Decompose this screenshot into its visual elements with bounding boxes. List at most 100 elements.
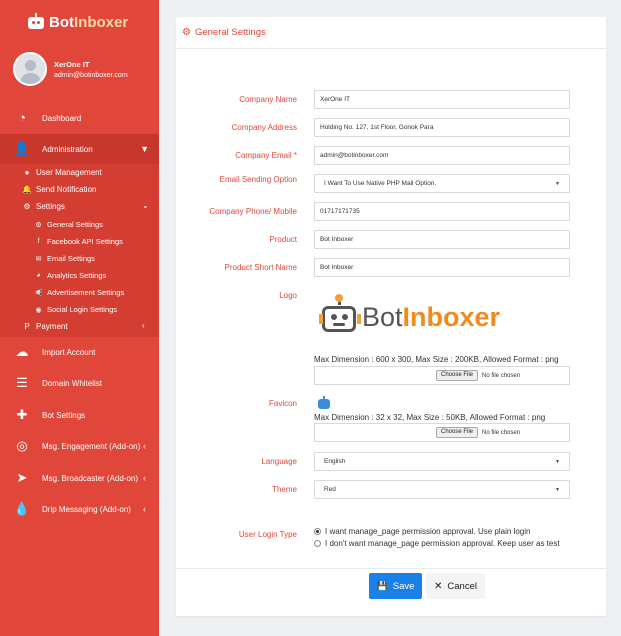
chevron-left-icon: ‹ <box>143 504 146 514</box>
sidebar-item-msg-broadcaster[interactable]: ➤ Msg. Broadcaster (Add-on) ‹ <box>0 463 159 493</box>
brand-name-part1: Bot <box>49 13 74 31</box>
sidebar-item-facebook-api[interactable]: f Facebook API Settings <box>34 233 123 250</box>
social-icon: ◉ <box>35 306 42 314</box>
cancel-button[interactable]: ✕ Cancel <box>426 573 485 599</box>
theme-select[interactable]: Red ▼ <box>314 480 570 499</box>
plus-icon: ✚ <box>16 407 28 422</box>
page-title: General Settings <box>194 27 266 38</box>
sidebar-item-label: Dashboard <box>42 113 82 123</box>
company-phone-input[interactable]: 01717171735 <box>314 202 570 221</box>
favicon-label: Favicon <box>268 399 297 408</box>
company-name-input[interactable]: XerOne IT <box>314 90 570 109</box>
login-type-option-1[interactable]: I want manage_page permission approval. … <box>314 527 530 536</box>
sidebar-item-label: Advertisement Settings <box>47 288 125 297</box>
sidebar-item-label: Email Settings <box>47 254 95 263</box>
floppy-disk-icon: 💾 <box>376 580 388 591</box>
caret-down-icon: ▼ <box>555 486 560 493</box>
chevron-left-icon: ‹ <box>143 441 146 451</box>
robot-icon <box>26 13 46 31</box>
paypal-icon: P <box>24 322 30 331</box>
sidebar-item-social-login[interactable]: ◉ Social Login Settings <box>34 301 117 318</box>
caret-down-icon: ▼ <box>555 458 560 465</box>
radio-unselected-icon[interactable] <box>314 540 321 547</box>
form-footer-divider <box>176 568 606 569</box>
sidebar-item-analytics-settings[interactable]: ◕ Analytics Settings <box>34 267 106 284</box>
company-address-input[interactable]: Holding No. 127, 1st Floor, Gonok Para <box>314 118 570 137</box>
sidebar-item-user-management[interactable]: ● User Management <box>22 164 102 181</box>
chevron-left-icon[interactable]: ‹ <box>142 321 145 330</box>
caret-down-icon: ▼ <box>555 180 560 187</box>
avatar[interactable] <box>13 52 47 86</box>
logo-choose-file-button[interactable]: Choose File <box>436 370 479 381</box>
logo-text-part1: Bot <box>362 301 403 332</box>
sidebar-item-label: Bot Settings <box>42 410 86 420</box>
sidebar-item-label: Payment <box>36 322 68 331</box>
sidebar-item-label: Settings <box>36 202 65 211</box>
robot-icon <box>319 294 361 337</box>
sidebar-item-administration[interactable]: 👤 Administration ▼ <box>0 134 159 164</box>
paper-plane-icon: ➤ <box>16 470 28 485</box>
sidebar-item-label: User Management <box>36 168 102 177</box>
settings-card: ⚙ General Settings Company Name XerOne I… <box>176 17 606 616</box>
tint-icon: 💧 <box>13 501 31 516</box>
email-option-select[interactable]: I Want To Use Native PHP Mail Option. ▼ <box>314 174 570 193</box>
envelope-icon: ✉ <box>35 255 42 263</box>
language-value: English <box>324 458 346 465</box>
user-icon: ● <box>24 168 30 177</box>
sidebar-item-domain-whitelist[interactable]: ☰ Domain Whitelist <box>0 368 159 398</box>
sidebar-item-bot-settings[interactable]: ✚ Bot Settings <box>0 400 159 430</box>
login-type-option-2-label: I don't want manage_page permission appr… <box>325 539 560 548</box>
login-type-label: User Login Type <box>238 530 297 539</box>
login-type-option-2[interactable]: I don't want manage_page permission appr… <box>314 539 560 548</box>
chevron-down-icon[interactable]: ⌄ <box>142 201 149 210</box>
sidebar-item-send-notification[interactable]: 🔔 Send Notification <box>22 181 96 198</box>
gears-icon: ⚙ <box>182 27 191 38</box>
company-email-input[interactable]: admin@botinboxer.com <box>314 146 570 165</box>
favicon-no-file-text: No file chosen <box>482 429 521 436</box>
sidebar-item-drip-messaging[interactable]: 💧 Drip Messaging (Add-on) ‹ <box>0 494 159 524</box>
sidebar-item-advertisement-settings[interactable]: 📢 Advertisement Settings <box>34 284 124 301</box>
logo-preview: Bot Inboxer <box>319 294 501 337</box>
favicon-choose-file-button[interactable]: Choose File <box>436 427 479 438</box>
logo-text-part2: Inboxer <box>402 301 501 332</box>
sidebar-item-email-settings[interactable]: ✉ Email Settings <box>34 250 95 267</box>
language-select[interactable]: English ▼ <box>314 452 570 471</box>
list-icon: ☰ <box>16 375 28 390</box>
sidebar-item-settings[interactable]: ⚙ Settings <box>22 198 65 215</box>
email-option-label: Email Sending Option <box>219 175 297 184</box>
product-input[interactable]: Bot Inboxer <box>314 230 570 249</box>
theme-value: Red <box>324 486 336 493</box>
radio-selected-icon[interactable] <box>314 528 321 535</box>
gear-icon: ⚙ <box>35 221 42 229</box>
logo-no-file-text: No file chosen <box>482 372 521 379</box>
sidebar-item-msg-engagement[interactable]: ◎ Msg. Engagement (Add-on) ‹ <box>0 431 159 461</box>
sidebar-item-label: Msg. Engagement (Add-on) <box>42 441 141 451</box>
user-email: admin@botinboxer.com <box>54 71 128 79</box>
sidebar-item-label: General Settings <box>47 220 103 229</box>
sidebar-item-label: Import Account <box>42 347 96 357</box>
logo-file-input[interactable]: Choose File No file chosen <box>314 366 570 385</box>
gear-icon: ⚙ <box>23 202 31 211</box>
company-email-label: Company Email * <box>235 151 297 160</box>
brand-logo[interactable]: Bot Inboxer <box>0 0 159 44</box>
sidebar-item-import-account[interactable]: ☁ Import Account <box>0 337 159 367</box>
sidebar-item-general-settings[interactable]: ⚙ General Settings <box>34 216 103 233</box>
favicon-file-input[interactable]: Choose File No file chosen <box>314 423 570 442</box>
product-short-input[interactable]: Bot Inboxer <box>314 258 570 277</box>
sidebar-item-dashboard[interactable]: ◔ Dashboard <box>0 103 159 133</box>
save-button[interactable]: 💾 Save <box>369 573 422 599</box>
pie-chart-icon: ◕ <box>36 272 41 279</box>
user-plus-icon: 👤 <box>13 141 31 156</box>
sidebar-item-payment[interactable]: P Payment <box>22 318 68 335</box>
logo-label: Logo <box>279 291 297 300</box>
company-name-label: Company Name <box>239 95 297 104</box>
user-name: XerOne IT <box>54 59 90 69</box>
facebook-icon: f <box>37 238 40 245</box>
company-phone-label: Company Phone/ Mobile <box>209 207 297 216</box>
sidebar-item-label: Send Notification <box>36 185 97 194</box>
chevron-down-icon: ▼ <box>140 144 149 154</box>
cancel-button-label: Cancel <box>447 580 477 592</box>
dashboard-icon: ◔ <box>18 110 26 125</box>
sidebar-item-label: Social Login Settings <box>47 305 118 314</box>
sidebar-item-label: Domain Whitelist <box>42 378 103 388</box>
